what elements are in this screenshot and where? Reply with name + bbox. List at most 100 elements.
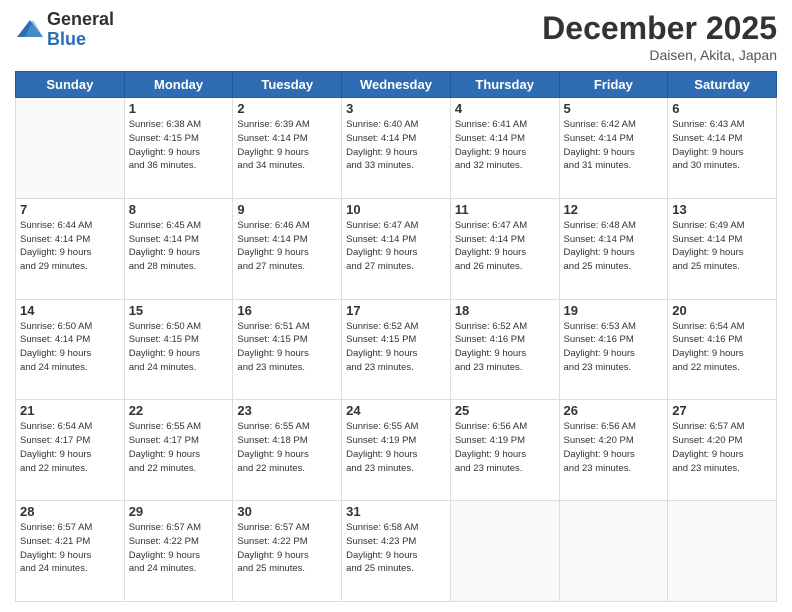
day-number: 11 [455, 202, 555, 217]
day-number: 3 [346, 101, 446, 116]
weekday-header: Wednesday [342, 72, 451, 98]
day-info: Sunrise: 6:57 AMSunset: 4:20 PMDaylight:… [672, 420, 772, 475]
weekday-header: Sunday [16, 72, 125, 98]
logo-icon [15, 15, 45, 45]
day-number: 25 [455, 403, 555, 418]
day-number: 15 [129, 303, 229, 318]
calendar-day-cell: 7Sunrise: 6:44 AMSunset: 4:14 PMDaylight… [16, 198, 125, 299]
day-number: 8 [129, 202, 229, 217]
weekday-header: Saturday [668, 72, 777, 98]
calendar-header-row: SundayMondayTuesdayWednesdayThursdayFrid… [16, 72, 777, 98]
calendar-day-cell: 27 Sunrise: 6:57 AMSunset: 4:20 PMDayligh… [668, 400, 777, 501]
calendar-day-cell: 20 Sunrise: 6:54 AMSunset: 4:16 PMDayligh… [668, 299, 777, 400]
calendar-day-cell: 1Sunrise: 6:38 AMSunset: 4:15 PMDaylight… [124, 98, 233, 199]
calendar-day-cell: 30Sunrise: 6:57 AMSunset: 4:22 PMDayligh… [233, 501, 342, 602]
day-info: Sunrise: 6:50 AMSunset: 4:15 PMDaylight:… [129, 320, 229, 375]
day-number: 20 [672, 303, 772, 318]
calendar-day-cell: 22Sunrise: 6:55 AMSunset: 4:17 PMDayligh… [124, 400, 233, 501]
day-info: Sunrise: 6:48 AMSunset: 4:14 PMDaylight:… [564, 219, 664, 274]
day-info: Sunrise: 6:45 AMSunset: 4:14 PMDaylight:… [129, 219, 229, 274]
day-info: Sunrise: 6:55 AMSunset: 4:18 PMDaylight:… [237, 420, 337, 475]
day-info: Sunrise: 6:54 AMSunset: 4:16 PMDaylight:… [672, 320, 772, 375]
calendar-day-cell [559, 501, 668, 602]
day-number: 9 [237, 202, 337, 217]
calendar-day-cell: 12 Sunrise: 6:48 AMSunset: 4:14 PMDayligh… [559, 198, 668, 299]
calendar-day-cell: 9 Sunrise: 6:46 AMSunset: 4:14 PMDaylight… [233, 198, 342, 299]
calendar-day-cell: 11 Sunrise: 6:47 AMSunset: 4:14 PMDayligh… [450, 198, 559, 299]
day-info: Sunrise: 6:43 AMSunset: 4:14 PMDaylight:… [672, 118, 772, 173]
calendar-week-row: 1Sunrise: 6:38 AMSunset: 4:15 PMDaylight… [16, 98, 777, 199]
day-info: Sunrise: 6:47 AMSunset: 4:14 PMDaylight:… [455, 219, 555, 274]
calendar-day-cell: 23 Sunrise: 6:55 AMSunset: 4:18 PMDayligh… [233, 400, 342, 501]
calendar-day-cell: 6 Sunrise: 6:43 AMSunset: 4:14 PMDaylight… [668, 98, 777, 199]
weekday-header: Thursday [450, 72, 559, 98]
logo-text: General Blue [47, 10, 114, 50]
subtitle: Daisen, Akita, Japan [542, 47, 777, 63]
day-number: 31 [346, 504, 446, 519]
month-title: December 2025 [542, 10, 777, 47]
day-info: Sunrise: 6:51 AMSunset: 4:15 PMDaylight:… [237, 320, 337, 375]
day-info: Sunrise: 6:52 AMSunset: 4:16 PMDaylight:… [455, 320, 555, 375]
day-info: Sunrise: 6:46 AMSunset: 4:14 PMDaylight:… [237, 219, 337, 274]
day-number: 2 [237, 101, 337, 116]
day-number: 29 [129, 504, 229, 519]
day-number: 24 [346, 403, 446, 418]
day-info: Sunrise: 6:57 AMSunset: 4:22 PMDaylight:… [237, 521, 337, 576]
calendar-day-cell: 24Sunrise: 6:55 AMSunset: 4:19 PMDayligh… [342, 400, 451, 501]
day-info: Sunrise: 6:41 AMSunset: 4:14 PMDaylight:… [455, 118, 555, 173]
day-info: Sunrise: 6:56 AMSunset: 4:20 PMDaylight:… [564, 420, 664, 475]
day-info: Sunrise: 6:49 AMSunset: 4:14 PMDaylight:… [672, 219, 772, 274]
day-info: Sunrise: 6:56 AMSunset: 4:19 PMDaylight:… [455, 420, 555, 475]
day-number: 19 [564, 303, 664, 318]
day-number: 28 [20, 504, 120, 519]
calendar-table: SundayMondayTuesdayWednesdayThursdayFrid… [15, 71, 777, 602]
day-number: 6 [672, 101, 772, 116]
calendar-day-cell: 16 Sunrise: 6:51 AMSunset: 4:15 PMDayligh… [233, 299, 342, 400]
calendar-day-cell: 2 Sunrise: 6:39 AMSunset: 4:14 PMDaylight… [233, 98, 342, 199]
weekday-header: Monday [124, 72, 233, 98]
day-info: Sunrise: 6:50 AMSunset: 4:14 PMDaylight:… [20, 320, 120, 375]
day-info: Sunrise: 6:52 AMSunset: 4:15 PMDaylight:… [346, 320, 446, 375]
day-info: Sunrise: 6:47 AMSunset: 4:14 PMDaylight:… [346, 219, 446, 274]
day-info: Sunrise: 6:39 AMSunset: 4:14 PMDaylight:… [237, 118, 337, 173]
day-number: 12 [564, 202, 664, 217]
day-info: Sunrise: 6:53 AMSunset: 4:16 PMDaylight:… [564, 320, 664, 375]
calendar-day-cell: 26 Sunrise: 6:56 AMSunset: 4:20 PMDayligh… [559, 400, 668, 501]
day-number: 22 [129, 403, 229, 418]
day-info: Sunrise: 6:58 AMSunset: 4:23 PMDaylight:… [346, 521, 446, 576]
calendar-day-cell: 14 Sunrise: 6:50 AMSunset: 4:14 PMDayligh… [16, 299, 125, 400]
day-info: Sunrise: 6:40 AMSunset: 4:14 PMDaylight:… [346, 118, 446, 173]
calendar-day-cell: 18Sunrise: 6:52 AMSunset: 4:16 PMDayligh… [450, 299, 559, 400]
calendar-day-cell: 5Sunrise: 6:42 AMSunset: 4:14 PMDaylight… [559, 98, 668, 199]
calendar-day-cell: 10 Sunrise: 6:47 AMSunset: 4:14 PMDayligh… [342, 198, 451, 299]
calendar-day-cell [16, 98, 125, 199]
title-section: December 2025 Daisen, Akita, Japan [542, 10, 777, 63]
day-info: Sunrise: 6:44 AMSunset: 4:14 PMDaylight:… [20, 219, 120, 274]
day-number: 27 [672, 403, 772, 418]
calendar-day-cell: 8 Sunrise: 6:45 AMSunset: 4:14 PMDaylight… [124, 198, 233, 299]
day-number: 23 [237, 403, 337, 418]
calendar-day-cell: 31 Sunrise: 6:58 AMSunset: 4:23 PMDayligh… [342, 501, 451, 602]
calendar-day-cell: 28Sunrise: 6:57 AMSunset: 4:21 PMDayligh… [16, 501, 125, 602]
logo: General Blue [15, 10, 114, 50]
day-number: 17 [346, 303, 446, 318]
calendar-day-cell: 25 Sunrise: 6:56 AMSunset: 4:19 PMDayligh… [450, 400, 559, 501]
day-number: 21 [20, 403, 120, 418]
header: General Blue December 2025 Daisen, Akita… [15, 10, 777, 63]
logo-general: General [47, 10, 114, 30]
day-number: 16 [237, 303, 337, 318]
calendar-day-cell [450, 501, 559, 602]
day-number: 26 [564, 403, 664, 418]
day-number: 10 [346, 202, 446, 217]
weekday-header: Friday [559, 72, 668, 98]
calendar-week-row: 28Sunrise: 6:57 AMSunset: 4:21 PMDayligh… [16, 501, 777, 602]
calendar-day-cell: 19 Sunrise: 6:53 AMSunset: 4:16 PMDayligh… [559, 299, 668, 400]
day-info: Sunrise: 6:57 AMSunset: 4:22 PMDaylight:… [129, 521, 229, 576]
calendar-day-cell: 15 Sunrise: 6:50 AMSunset: 4:15 PMDayligh… [124, 299, 233, 400]
calendar-day-cell: 17 Sunrise: 6:52 AMSunset: 4:15 PMDayligh… [342, 299, 451, 400]
calendar-day-cell: 4Sunrise: 6:41 AMSunset: 4:14 PMDaylight… [450, 98, 559, 199]
day-number: 5 [564, 101, 664, 116]
day-number: 14 [20, 303, 120, 318]
calendar-day-cell [668, 501, 777, 602]
day-info: Sunrise: 6:38 AMSunset: 4:15 PMDaylight:… [129, 118, 229, 173]
